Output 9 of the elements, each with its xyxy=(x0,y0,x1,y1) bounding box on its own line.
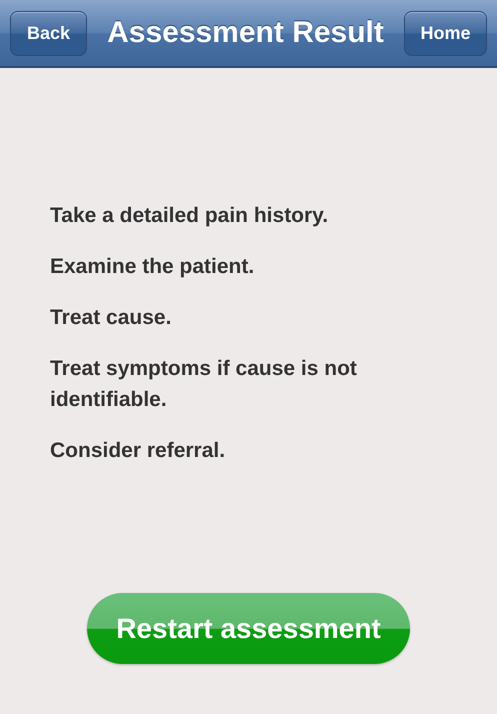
instruction-text: Examine the patient. xyxy=(50,254,256,280)
back-button[interactable]: Back xyxy=(10,10,87,56)
home-button[interactable]: Home xyxy=(404,10,487,56)
screen-title: Assessment Result xyxy=(107,16,384,50)
instruction-text: Treat cause. xyxy=(50,305,172,331)
instruction-text: Treat symptoms if cause is not identifiable. xyxy=(50,356,358,413)
restart-button[interactable]: Restart assessment xyxy=(87,593,410,664)
instruction-text: Take a detailed pain history. xyxy=(50,203,330,229)
instruction-text: Consider referral. xyxy=(50,438,226,464)
